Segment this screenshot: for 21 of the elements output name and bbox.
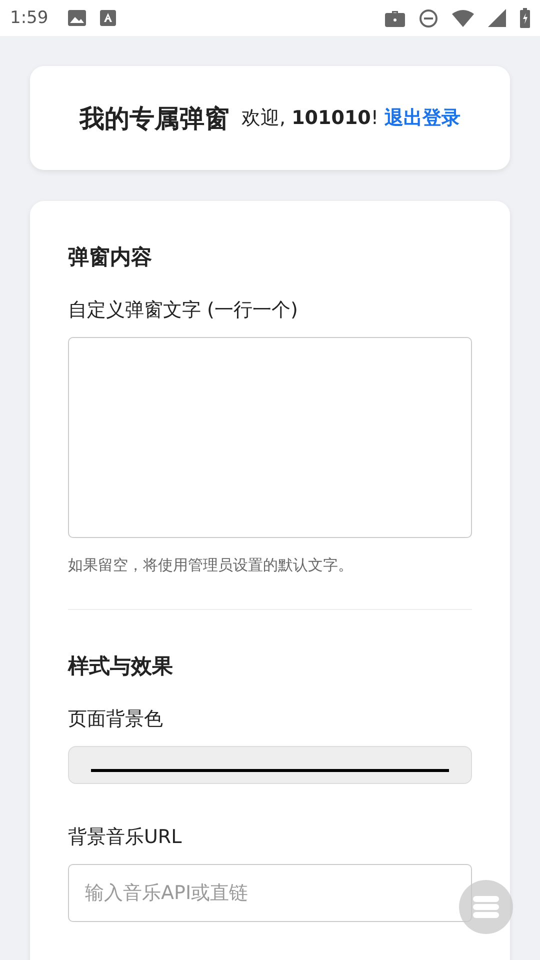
wifi-icon <box>452 10 474 26</box>
status-time: 1:59 <box>10 8 48 28</box>
section-heading: 弹窗内容 <box>68 244 153 271</box>
battery-icon <box>520 8 530 28</box>
briefcase-icon <box>385 10 405 26</box>
field-label: 页面背景色 <box>68 707 164 732</box>
image-icon <box>68 10 86 26</box>
hint-text: 如果留空，将使用管理员设置的默认文字。 <box>68 556 354 575</box>
logout-link[interactable]: 退出登录 <box>384 105 461 131</box>
input-field[interactable]: 输入音乐API或直链 <box>68 864 472 922</box>
section-heading: 样式与效果 <box>68 653 174 680</box>
field-label: 背景音乐URL <box>68 825 183 850</box>
font-icon <box>100 10 116 26</box>
do-not-disturb-icon <box>419 8 438 28</box>
field-label: 自定义弹窗文字 (一行一个) <box>68 298 299 323</box>
text-area[interactable] <box>68 337 472 538</box>
welcome-text: 欢迎, 101010! <box>241 106 379 131</box>
color-picker[interactable] <box>68 746 472 784</box>
signal-icon <box>488 9 506 27</box>
page-title: 我的专属弹窗 <box>79 102 230 134</box>
menu-icon <box>473 896 499 918</box>
